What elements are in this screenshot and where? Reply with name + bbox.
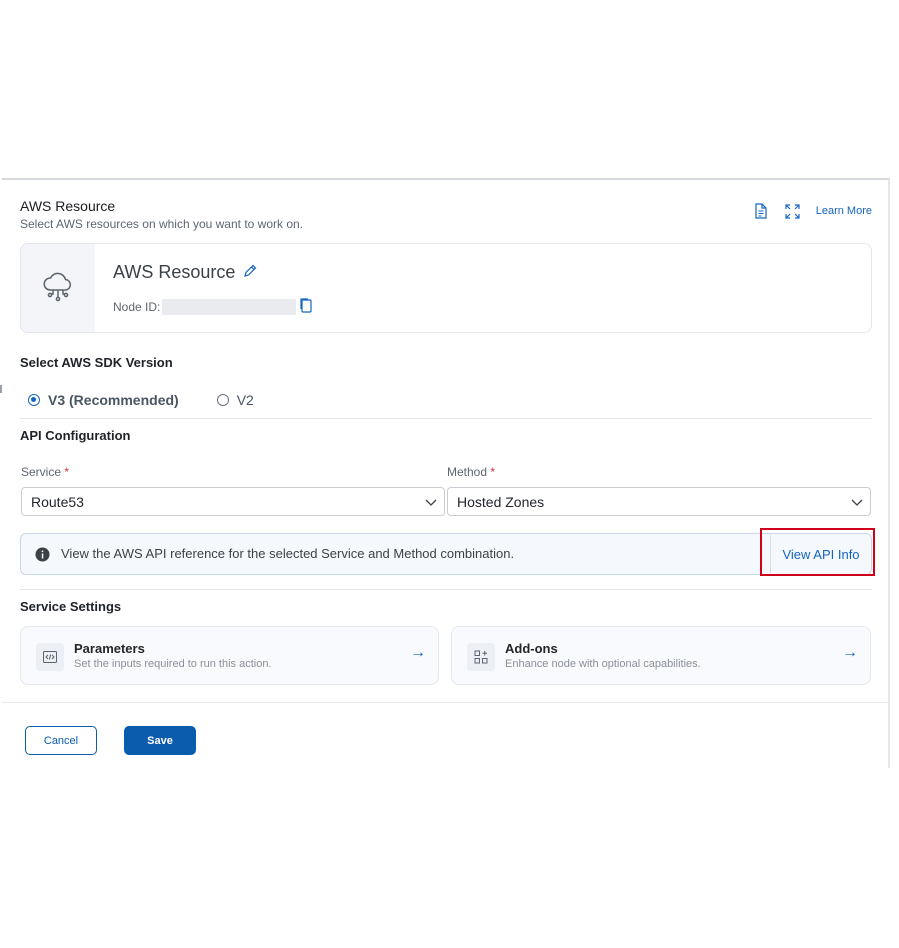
method-label: Method * — [447, 465, 495, 479]
save-button[interactable]: Save — [124, 726, 196, 755]
node-name-text: AWS Resource — [113, 262, 236, 282]
service-select-value: Route53 — [31, 493, 84, 510]
method-label-text: Method — [447, 465, 488, 479]
node-id-label: Node ID: — [113, 300, 161, 314]
sdk-version-label: Select AWS SDK Version — [20, 355, 173, 370]
radio-v3-label: V3 (Recommended) — [48, 392, 179, 408]
required-marker: * — [490, 465, 496, 479]
divider — [20, 589, 872, 590]
radio-v2-label: V2 — [236, 392, 254, 408]
api-info-text: View the AWS API reference for the selec… — [61, 546, 515, 561]
add-ons-title: Add-ons — [505, 641, 558, 656]
radio-v2[interactable]: V2 — [216, 392, 254, 408]
info-icon — [35, 547, 50, 567]
api-config-label: API Configuration — [20, 428, 131, 443]
required-marker: * — [64, 465, 70, 479]
method-select-value: Hosted Zones — [457, 493, 545, 510]
expand-icon[interactable] — [784, 202, 802, 220]
cloud-network-icon — [41, 269, 75, 308]
chevron-down-icon[interactable] — [424, 495, 438, 512]
parameters-title: Parameters — [74, 641, 145, 656]
highlight-box — [760, 528, 875, 576]
cancel-button[interactable]: Cancel — [25, 726, 97, 755]
api-info-banner: View the AWS API reference for the selec… — [20, 533, 872, 575]
chevron-down-icon[interactable] — [850, 495, 864, 512]
add-ons-subtitle: Enhance node with optional capabilities. — [505, 658, 701, 670]
add-ons-tile[interactable]: Add-ons Enhance node with optional capab… — [451, 626, 871, 685]
header-actions: Learn More — [752, 202, 872, 220]
learn-more-link[interactable]: Learn More — [816, 205, 872, 217]
arrow-right-icon[interactable]: → — [410, 644, 426, 662]
footer-divider — [2, 702, 888, 703]
arrow-right-icon[interactable]: → — [842, 644, 858, 662]
radio-v2-indicator[interactable] — [216, 394, 229, 406]
node-id: Node ID: — [113, 298, 312, 316]
document-icon[interactable] — [752, 202, 770, 220]
radio-v3[interactable]: V3 (Recommended) — [28, 392, 179, 408]
code-icon — [36, 643, 64, 671]
service-settings-label: Service Settings — [20, 599, 122, 614]
service-select[interactable]: Route53 — [21, 487, 445, 516]
add-ons-icon — [467, 643, 495, 671]
edit-pencil-icon[interactable] — [243, 262, 257, 283]
method-select[interactable]: Hosted Zones — [447, 487, 871, 516]
copy-icon[interactable] — [300, 298, 312, 316]
node-name: AWS Resource — [113, 262, 257, 283]
node-card: AWS Resource Node ID: — [20, 243, 872, 333]
panel-subtitle: Select AWS resources on which you want t… — [20, 217, 304, 231]
parameters-tile[interactable]: Parameters Set the inputs required to ru… — [20, 626, 439, 685]
divider — [20, 418, 872, 419]
node-icon-box — [21, 244, 95, 332]
aws-resource-panel: AWS Resource Select AWS resources on whi… — [2, 178, 890, 768]
radio-v3-indicator[interactable] — [28, 394, 40, 406]
service-label-text: Service — [21, 465, 62, 479]
parameters-subtitle: Set the inputs required to run this acti… — [74, 658, 272, 670]
service-label: Service * — [21, 465, 69, 479]
panel-title: AWS Resource — [20, 198, 116, 214]
node-id-value-redacted — [162, 299, 297, 315]
sdk-version-radio-group: V3 (Recommended) V2 — [28, 392, 254, 408]
